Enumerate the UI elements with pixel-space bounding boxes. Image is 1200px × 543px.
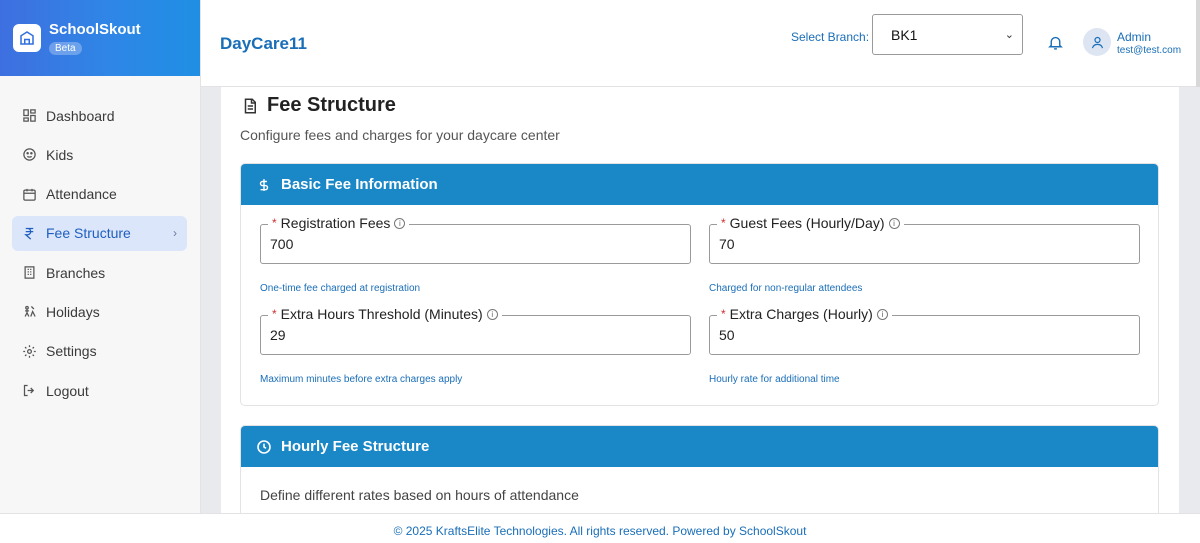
required-marker: * — [272, 307, 277, 321]
extra-charges-label: * Extra Charges (Hourly) i — [717, 306, 892, 322]
main-content: Fee Structure Configure fees and charges… — [221, 87, 1179, 513]
user-icon — [1091, 36, 1103, 48]
registration-fees-label: * Registration Fees i — [268, 215, 410, 231]
guest-fees-help: Charged for non-regular attendees — [709, 283, 863, 294]
hourly-fee-subtitle: Define different rates based on hours of… — [260, 487, 579, 503]
basic-fee-title: Basic Fee Information — [281, 176, 438, 193]
sidebar-item-attendance[interactable]: Attendance — [12, 177, 187, 212]
hourly-fee-card: Hourly Fee Structure Define different ra… — [240, 425, 1159, 513]
sidebar: SchoolSkout Beta Dashboard Kids Attendan… — [0, 0, 201, 513]
sidebar-item-label: Holidays — [46, 303, 100, 320]
user-name[interactable]: Admin — [1117, 30, 1151, 44]
bell-icon[interactable] — [1047, 34, 1064, 56]
sidebar-item-label: Branches — [46, 264, 106, 281]
sidebar-item-label: Dashboard — [46, 107, 115, 124]
chevron-down-icon: ⌄ — [1004, 29, 1014, 41]
required-marker: * — [721, 216, 726, 230]
extra-hours-threshold-label: * Extra Hours Threshold (Minutes) i — [268, 306, 502, 322]
page-title: Fee Structure — [267, 94, 396, 116]
sidebar-item-settings[interactable]: Settings — [12, 334, 187, 369]
sidebar-item-branches[interactable]: Branches — [12, 255, 187, 290]
info-icon[interactable]: i — [394, 217, 406, 229]
sidebar-item-label: Settings — [46, 343, 97, 360]
guest-fees-label: * Guest Fees (Hourly/Day) i — [717, 215, 904, 231]
sidebar-item-label: Attendance — [46, 186, 117, 203]
building-icon — [21, 265, 37, 281]
page-title-row: Fee Structure — [241, 94, 396, 117]
sidebar-item-dashboard[interactable]: Dashboard — [12, 98, 187, 133]
sidebar-item-label: Kids — [46, 146, 74, 163]
rupee-icon — [21, 225, 37, 241]
field-label: Guest Fees (Hourly/Day) — [729, 215, 885, 231]
top-header: DayCare11 Select Branch: BK1 ⌄ Admin tes… — [201, 0, 1200, 87]
page-subtitle: Configure fees and charges for your dayc… — [240, 127, 560, 143]
dashboard-icon — [21, 108, 37, 124]
info-icon[interactable]: i — [486, 308, 498, 320]
chevron-right-icon: › — [173, 226, 177, 241]
basic-fee-card: Basic Fee Information * Registration Fees… — [240, 163, 1159, 406]
extra-hours-threshold-value[interactable]: 29 — [270, 327, 286, 343]
gear-icon — [21, 343, 37, 359]
hourly-fee-title: Hourly Fee Structure — [281, 438, 430, 455]
registration-fees-help: One-time fee charged at registration — [260, 283, 421, 294]
field-label: Extra Charges (Hourly) — [729, 306, 873, 322]
school-logo-icon — [13, 24, 41, 52]
footer: © 2025 KraftsElite Technologies. All rig… — [0, 513, 1200, 543]
org-name: DayCare11 — [220, 34, 307, 53]
extra-charges-help: Hourly rate for additional time — [709, 374, 840, 385]
required-marker: * — [721, 307, 726, 321]
hourly-fee-header: Hourly Fee Structure — [241, 426, 1158, 467]
scrollbar[interactable] — [1196, 0, 1200, 87]
sidebar-item-holidays[interactable]: Holidays — [12, 294, 187, 329]
branch-label: Select Branch: — [791, 30, 870, 44]
calendar-icon — [21, 186, 37, 202]
extra-hours-threshold-help: Maximum minutes before extra charges app… — [260, 374, 463, 385]
info-icon[interactable]: i — [888, 217, 900, 229]
document-icon — [244, 98, 256, 113]
beta-badge: Beta — [49, 42, 82, 55]
brand-name: SchoolSkout — [49, 21, 141, 38]
branch-select-value: BK1 — [891, 26, 918, 43]
dollar-icon — [255, 177, 273, 193]
field-label: Extra Hours Threshold (Minutes) — [280, 306, 483, 322]
sidebar-item-label: Fee Structure — [46, 225, 131, 242]
kids-icon — [21, 147, 37, 163]
basic-fee-header: Basic Fee Information — [241, 164, 1158, 205]
info-icon[interactable]: i — [876, 308, 888, 320]
sidebar-nav: Dashboard Kids Attendance Fee Structure … — [0, 76, 200, 408]
sidebar-item-logout[interactable]: Logout — [12, 373, 187, 408]
sidebar-item-fee-structure[interactable]: Fee Structure › — [12, 215, 187, 251]
extra-charges-value[interactable]: 50 — [719, 327, 735, 343]
registration-fees-value[interactable]: 700 — [270, 236, 293, 252]
brand-header: SchoolSkout Beta — [0, 0, 200, 76]
logout-icon — [21, 383, 37, 399]
branch-select[interactable]: BK1 ⌄ — [872, 14, 1023, 55]
required-marker: * — [272, 216, 277, 230]
field-label: Registration Fees — [280, 215, 391, 231]
footer-text: © 2025 KraftsElite Technologies. All rig… — [393, 524, 807, 538]
avatar[interactable] — [1083, 28, 1111, 56]
sidebar-item-kids[interactable]: Kids — [12, 137, 187, 172]
clock-icon — [255, 439, 273, 455]
user-email: test@test.com — [1117, 45, 1182, 56]
guest-fees-value[interactable]: 70 — [719, 236, 735, 252]
holiday-icon — [21, 304, 37, 320]
sidebar-item-label: Logout — [46, 382, 89, 399]
